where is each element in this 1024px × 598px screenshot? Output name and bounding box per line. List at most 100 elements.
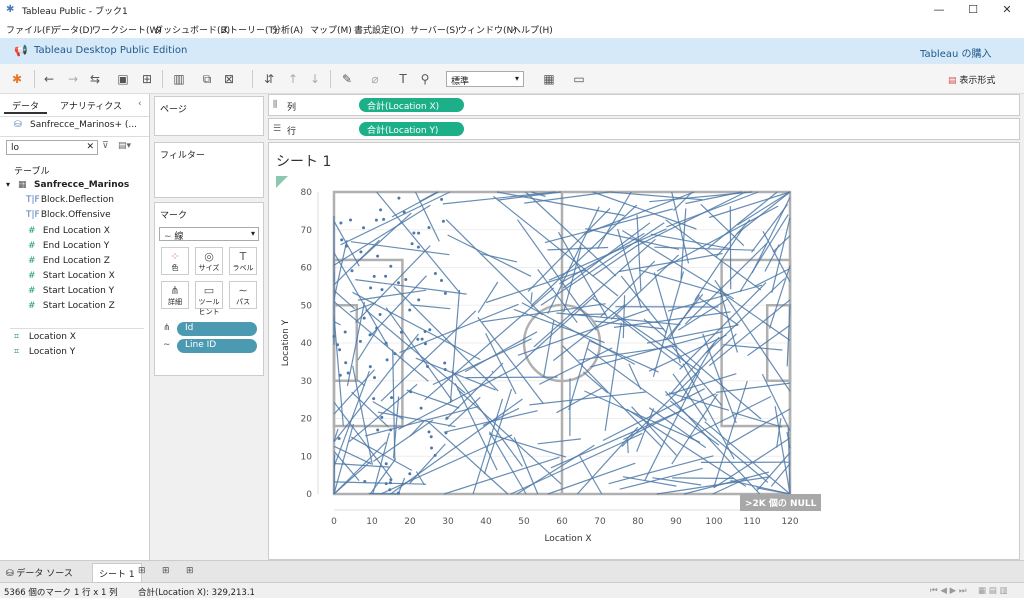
path-point [338, 373, 342, 377]
measure-icon: # [28, 226, 36, 236]
field-end-location-y[interactable]: # End Location Y [28, 241, 109, 251]
minimize-button[interactable]: — [922, 0, 956, 20]
menu-window[interactable]: ウィンドウ(N) [458, 23, 517, 36]
pill-sum-location-y[interactable]: 合計(Location Y) [359, 122, 464, 136]
menu-format[interactable]: 書式設定(O) [354, 23, 404, 36]
clear-search-icon[interactable]: ✕ [86, 142, 94, 152]
swap-rows-cols-icon[interactable]: ⇵ [262, 72, 276, 86]
mark-type-select[interactable]: ∼ 線 ▾ [159, 227, 259, 242]
table-name[interactable]: Sanfrecce_Marinos [34, 180, 129, 190]
new-worksheet-tab-icon[interactable]: ⊞ [138, 566, 146, 576]
menu-dashboard[interactable]: ダッシュボード(B) [154, 23, 230, 36]
clear-sheet-icon[interactable]: ⊠ [222, 72, 236, 86]
field-location-x[interactable]: ⌗ Location X [14, 332, 76, 342]
path-point [409, 390, 413, 394]
view-options-icon[interactable]: ▤▾ [118, 141, 131, 151]
new-dashboard-tab-icon[interactable]: ⊞ [162, 566, 170, 576]
tab-sheet-1[interactable]: シート 1 [92, 563, 142, 583]
buy-tableau-link[interactable]: Tableau の購入 [920, 45, 992, 60]
pin-icon[interactable]: ⚲ [418, 72, 432, 86]
field-block-deflection[interactable]: T|F Block.Deflection [26, 195, 114, 205]
path-segment [529, 391, 646, 406]
rows-shelf[interactable]: ☰ 行 合計(Location Y) [268, 118, 1020, 140]
y-tick-label: 40 [301, 339, 313, 349]
path-button[interactable]: ∼ パス [229, 281, 257, 309]
view-cards-icon[interactable]: ▦ [542, 72, 556, 86]
path-point [376, 254, 380, 258]
maximize-button[interactable]: ☐ [956, 0, 990, 20]
filters-card[interactable]: フィルター [154, 142, 264, 198]
data-pane: データ アナリティクス ‹ ⛁ Sanfrecce_Marinos+ (... … [0, 94, 150, 560]
path-segment [556, 387, 602, 414]
tooltip-button[interactable]: ▭ ツールヒント [195, 281, 223, 316]
highlight-icon[interactable]: ✎ [340, 72, 354, 86]
new-worksheet-icon[interactable]: ▥ [172, 72, 186, 86]
size-button[interactable]: ◎ サイズ [195, 247, 223, 275]
path-segment [442, 191, 556, 205]
field-location-y[interactable]: ⌗ Location Y [14, 347, 75, 357]
field-end-location-x[interactable]: # End Location X [28, 226, 110, 236]
color-button[interactable]: ⁘ 色 [161, 247, 189, 275]
pill-sum-location-x[interactable]: 合計(Location X) [359, 98, 464, 112]
swap-icon[interactable]: ⇆ [88, 72, 102, 86]
duplicate-sheet-icon[interactable]: ⧉ [200, 72, 214, 86]
pages-card[interactable]: ページ [154, 96, 264, 136]
menu-story[interactable]: ストーリー(T) [220, 23, 278, 36]
label-icon[interactable]: T [396, 72, 410, 86]
menu-map[interactable]: マップ(M) [310, 23, 352, 36]
fit-select[interactable]: 標準 ▾ [446, 71, 524, 87]
expand-icon[interactable]: ▾ [6, 180, 10, 189]
show-me-button[interactable]: ▤ 表示形式 [948, 73, 995, 86]
pill-line-id[interactable]: Line ID [177, 339, 257, 353]
menu-analysis[interactable]: 分析(A) [272, 23, 303, 36]
label-button[interactable]: T ラベル [229, 247, 257, 275]
new-datasource-icon[interactable]: ⊞ [140, 72, 154, 86]
sort-descending-icon[interactable]: ↓ [308, 72, 322, 86]
path-segment [626, 440, 629, 454]
detail-button[interactable]: ⋔ 詳細 [161, 281, 189, 309]
path-icon: ∼ [238, 284, 248, 297]
tableau-icon[interactable]: ✱ [10, 72, 24, 86]
presentation-icon[interactable]: ▭ [572, 72, 586, 86]
path-point [389, 264, 393, 268]
menu-worksheet[interactable]: ワークシート(W) [92, 23, 162, 36]
path-point [380, 415, 384, 419]
field-start-location-x[interactable]: # Start Location X [28, 271, 115, 281]
filter-icon[interactable]: ⊽ [102, 141, 109, 151]
collapse-pane-icon[interactable]: ‹ [138, 99, 142, 109]
line-chart[interactable]: 0 10 20 30 40 50 60 70 80 90 100 110 120 0 10 20 30 40 50… [268, 142, 1020, 560]
field-start-location-y[interactable]: # Start Location Y [28, 286, 114, 296]
tab-analytics[interactable]: アナリティクス [52, 96, 130, 114]
pager-icons[interactable]: ⏮ ◀ ▶ ⏭ [930, 586, 966, 596]
field-search-input[interactable]: lo ✕ [6, 140, 98, 155]
undo-icon[interactable]: ← [42, 72, 56, 86]
save-icon[interactable]: ▣ [116, 72, 130, 86]
field-end-location-z[interactable]: # End Location Z [28, 256, 110, 266]
menu-file[interactable]: ファイル(F) [6, 23, 54, 36]
tab-datasource[interactable]: ⛁ データ ソース [6, 566, 73, 579]
menu-data[interactable]: データ(D) [52, 23, 93, 36]
y-tick-label: 10 [301, 452, 313, 462]
datasource-name[interactable]: Sanfrecce_Marinos+ (... [30, 120, 137, 130]
x-axis: 0 10 20 30 40 50 60 70 80 90 100 110 120 [331, 509, 799, 527]
group-icon[interactable]: ⌀ [368, 72, 382, 86]
chevron-down-icon: ▾ [250, 229, 255, 238]
view-toggle-icons[interactable]: ▦ ▤ ▥ [978, 586, 1008, 596]
path-point [440, 197, 444, 201]
pill-id[interactable]: Id [177, 322, 257, 336]
new-story-tab-icon[interactable]: ⊞ [186, 566, 194, 576]
sort-ascending-icon[interactable]: ↑ [286, 72, 300, 86]
menu-help[interactable]: ヘルプ(H) [512, 23, 553, 36]
columns-shelf[interactable]: ⫼ 列 合計(Location X) [268, 94, 1020, 116]
null-indicator[interactable]: >2K 個の NULL [740, 494, 822, 511]
path-pill-icon: ∼ [163, 340, 171, 350]
menu-server[interactable]: サーバー(S) [410, 23, 459, 36]
y-tick-label: 20 [301, 415, 313, 425]
path-segment [592, 297, 699, 371]
tab-data[interactable]: データ [4, 96, 48, 114]
field-block-offensive[interactable]: T|F Block.Offensive [26, 210, 111, 220]
field-start-location-z[interactable]: # Start Location Z [28, 301, 115, 311]
redo-icon[interactable]: → [66, 72, 80, 86]
sheet-tabs-bar: ⛁ データ ソース シート 1 ⊞ ⊞ ⊞ [0, 560, 1024, 583]
close-button[interactable]: ✕ [990, 0, 1024, 20]
